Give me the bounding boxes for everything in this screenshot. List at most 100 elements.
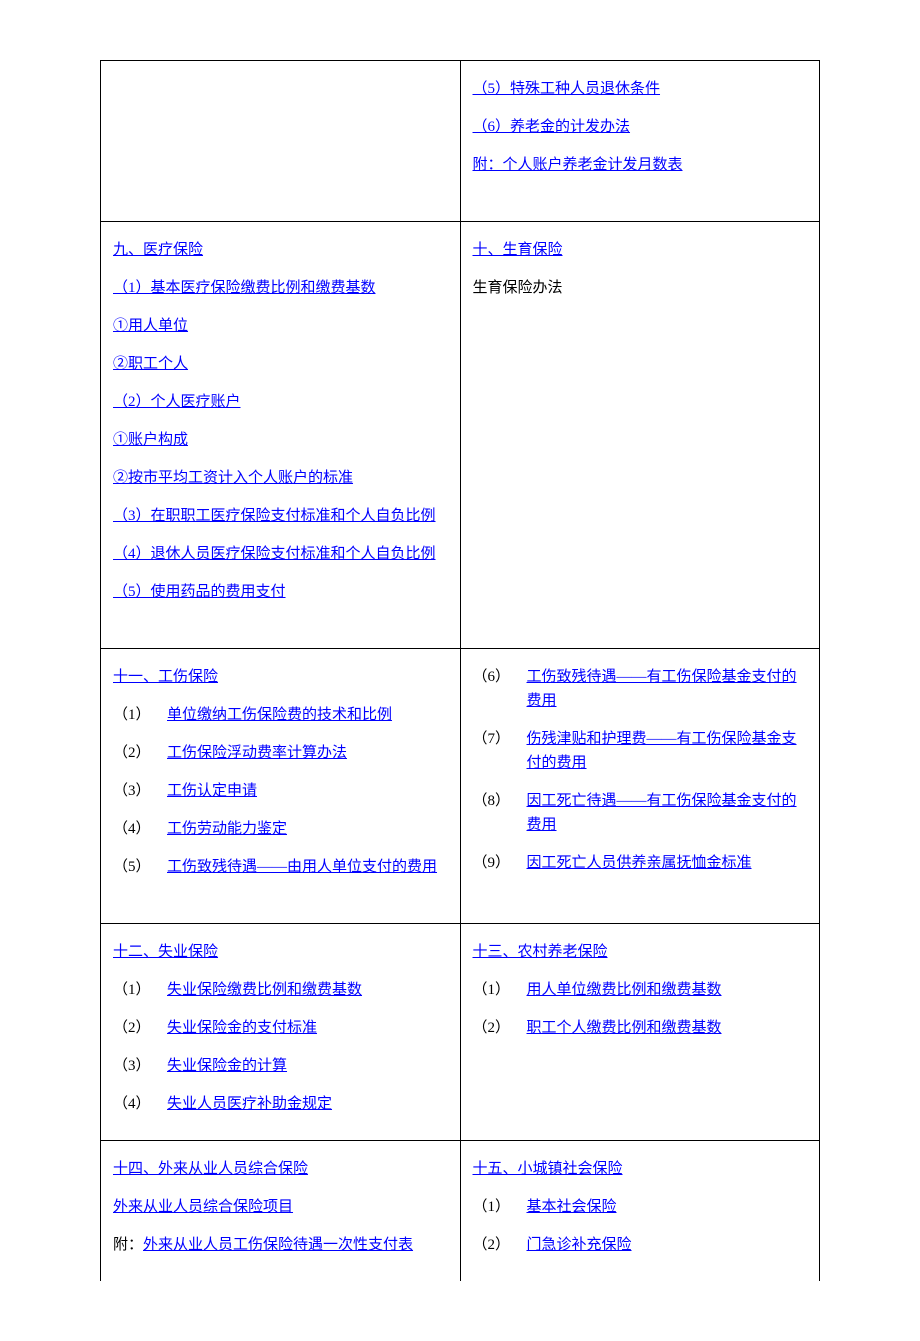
toc-link[interactable]: （5）使用药品的费用支付 bbox=[113, 580, 286, 604]
toc-link[interactable]: 工伤劳动能力鉴定 bbox=[167, 817, 287, 841]
toc-item-number: （5） bbox=[113, 855, 167, 879]
toc-link[interactable]: 九、医疗保险 bbox=[113, 238, 203, 262]
cell-r1c2: （5）特殊工种人员退休条件 （6）养老金的计发办法附：个人账户养老金计发月数表 bbox=[460, 61, 820, 222]
toc-line: （4）工伤劳动能力鉴定 bbox=[113, 817, 448, 841]
toc-line: ①账户构成 bbox=[113, 428, 448, 452]
toc-line: （2）失业保险金的支付标准 bbox=[113, 1016, 448, 1040]
toc-line: ②职工个人 bbox=[113, 352, 448, 376]
toc-item-number: （1） bbox=[473, 1195, 527, 1219]
toc-link[interactable]: 伤残津贴和护理费——有工伤保险基金支付的费用 bbox=[527, 727, 808, 775]
toc-line: （3）在职职工医疗保险支付标准和个人自负比例 bbox=[113, 504, 448, 528]
toc-line: （9）因工死亡人员供养亲属抚恤金标准 bbox=[473, 851, 808, 875]
toc-line: 十一、工伤保险 bbox=[113, 665, 448, 689]
toc-link[interactable]: 工伤保险浮动费率计算办法 bbox=[167, 741, 347, 765]
toc-line: 九、医疗保险 bbox=[113, 238, 448, 262]
toc-line: ②按市平均工资计入个人账户的标准 bbox=[113, 466, 448, 490]
toc-link[interactable]: 用人单位缴费比例和缴费基数 bbox=[527, 978, 722, 1002]
toc-link[interactable]: 外来从业人员综合保险项目 bbox=[113, 1195, 293, 1219]
cell-r2c2: 十、生育保险生育保险办法 bbox=[460, 222, 820, 649]
toc-line: （8）因工死亡待遇——有工伤保险基金支付的费用 bbox=[473, 789, 808, 837]
toc-link[interactable]: 十一、工伤保险 bbox=[113, 665, 218, 689]
toc-item-number: （2） bbox=[473, 1233, 527, 1257]
toc-item-number: （1） bbox=[473, 978, 527, 1002]
toc-link[interactable]: 外来从业人员工伤保险待遇一次性支付表 bbox=[143, 1233, 413, 1257]
toc-line: （1）用人单位缴费比例和缴费基数 bbox=[473, 978, 808, 1002]
toc-line: 十、生育保险 bbox=[473, 238, 808, 262]
toc-item-number: （4） bbox=[113, 817, 167, 841]
toc-line: 附：外来从业人员工伤保险待遇一次性支付表 bbox=[113, 1233, 448, 1257]
toc-link[interactable]: ②职工个人 bbox=[113, 352, 188, 376]
toc-link[interactable]: （4）退休人员医疗保险支付标准和个人自负比例 bbox=[113, 542, 436, 566]
toc-link[interactable]: 因工死亡待遇——有工伤保险基金支付的费用 bbox=[527, 789, 808, 837]
toc-link[interactable]: （6）养老金的计发办法 bbox=[473, 115, 631, 139]
toc-line: 外来从业人员综合保险项目 bbox=[113, 1195, 448, 1219]
toc-link[interactable]: ①账户构成 bbox=[113, 428, 188, 452]
toc-item-number: （1） bbox=[113, 978, 167, 1002]
toc-line: （4）失业人员医疗补助金规定 bbox=[113, 1092, 448, 1116]
toc-link[interactable]: 工伤致残待遇——有工伤保险基金支付的费用 bbox=[527, 665, 808, 713]
toc-line: 十五、小城镇社会保险 bbox=[473, 1157, 808, 1181]
toc-line: 附：个人账户养老金计发月数表 bbox=[473, 153, 808, 177]
toc-line: 十三、农村养老保险 bbox=[473, 940, 808, 964]
cell-r1c1 bbox=[101, 61, 461, 222]
toc-line: （3）失业保险金的计算 bbox=[113, 1054, 448, 1078]
toc-link[interactable]: （2）个人医疗账户 bbox=[113, 390, 241, 414]
toc-link[interactable]: （1）基本医疗保险缴费比例和缴费基数 bbox=[113, 276, 376, 300]
toc-line: （2）职工个人缴费比例和缴费基数 bbox=[473, 1016, 808, 1040]
toc-item-number: （3） bbox=[113, 1054, 167, 1078]
toc-link[interactable]: 职工个人缴费比例和缴费基数 bbox=[527, 1016, 722, 1040]
toc-link[interactable]: 工伤致残待遇——由用人单位支付的费用 bbox=[167, 855, 437, 879]
toc-line: （3）工伤认定申请 bbox=[113, 779, 448, 803]
toc-line: （7）伤残津贴和护理费——有工伤保险基金支付的费用 bbox=[473, 727, 808, 775]
cell-r4c1: 十二、失业保险（1）失业保险缴费比例和缴费基数（2）失业保险金的支付标准（3）失… bbox=[101, 924, 461, 1141]
cell-r3c1: 十一、工伤保险 （1）单位缴纳工伤保险费的技术和比例 （2）工伤保险浮动费率计算办法… bbox=[101, 649, 461, 924]
toc-link[interactable]: 十、生育保险 bbox=[473, 238, 563, 262]
toc-line: （2）门急诊补充保险 bbox=[473, 1233, 808, 1257]
toc-link[interactable]: 十五、小城镇社会保险 bbox=[473, 1157, 623, 1181]
toc-link[interactable]: 十三、农村养老保险 bbox=[473, 940, 608, 964]
toc-item-number: （6） bbox=[473, 665, 527, 689]
toc-link[interactable]: 失业保险金的支付标准 bbox=[167, 1016, 317, 1040]
toc-item-number: （3） bbox=[113, 779, 167, 803]
toc-item-number: （7） bbox=[473, 727, 527, 751]
toc-table: （5）特殊工种人员退休条件 （6）养老金的计发办法附：个人账户养老金计发月数表 九… bbox=[100, 60, 820, 1281]
toc-link[interactable]: 失业人员医疗补助金规定 bbox=[167, 1092, 332, 1116]
toc-line: （6）工伤致残待遇——有工伤保险基金支付的费用 bbox=[473, 665, 808, 713]
toc-link[interactable]: （3）在职职工医疗保险支付标准和个人自负比例 bbox=[113, 504, 436, 528]
toc-item-number: （9） bbox=[473, 851, 527, 875]
toc-link[interactable]: ②按市平均工资计入个人账户的标准 bbox=[113, 466, 353, 490]
toc-item-number: （1） bbox=[113, 703, 167, 727]
toc-line: 十四、外来从业人员综合保险 bbox=[113, 1157, 448, 1181]
toc-line: （1）单位缴纳工伤保险费的技术和比例 bbox=[113, 703, 448, 727]
toc-line: （1）基本医疗保险缴费比例和缴费基数 bbox=[113, 276, 448, 300]
toc-line: （5）使用药品的费用支付 bbox=[113, 580, 448, 604]
toc-link[interactable]: 十二、失业保险 bbox=[113, 940, 218, 964]
toc-line: （4）退休人员医疗保险支付标准和个人自负比例 bbox=[113, 542, 448, 566]
toc-line: （2）工伤保险浮动费率计算办法 bbox=[113, 741, 448, 765]
toc-link[interactable]: 附：个人账户养老金计发月数表 bbox=[473, 153, 683, 177]
toc-link[interactable]: 基本社会保险 bbox=[527, 1195, 617, 1219]
toc-link[interactable]: （5）特殊工种人员退休条件 bbox=[473, 77, 661, 101]
toc-link[interactable]: 十四、外来从业人员综合保险 bbox=[113, 1157, 308, 1181]
toc-link[interactable]: ①用人单位 bbox=[113, 314, 188, 338]
toc-link[interactable]: 工伤认定申请 bbox=[167, 779, 257, 803]
toc-line: 十二、失业保险 bbox=[113, 940, 448, 964]
toc-item-prefix: 附： bbox=[113, 1233, 143, 1257]
cell-r5c1: 十四、外来从业人员综合保险外来从业人员综合保险项目附：外来从业人员工伤保险待遇一… bbox=[101, 1141, 461, 1282]
toc-item-number: （4） bbox=[113, 1092, 167, 1116]
toc-line: （1）基本社会保险 bbox=[473, 1195, 808, 1219]
cell-r2c1: 九、医疗保险 （1）基本医疗保险缴费比例和缴费基数 ①用人单位 ②职工个人 （2）个人医… bbox=[101, 222, 461, 649]
toc-line: （6）养老金的计发办法 bbox=[473, 115, 808, 139]
toc-line: ①用人单位 bbox=[113, 314, 448, 338]
toc-link[interactable]: 单位缴纳工伤保险费的技术和比例 bbox=[167, 703, 392, 727]
cell-r4c2: 十三、农村养老保险 （1）用人单位缴费比例和缴费基数 （2）职工个人缴费比例和缴费基… bbox=[460, 924, 820, 1141]
toc-line: 生育保险办法 bbox=[473, 276, 808, 300]
toc-link[interactable]: 失业保险金的计算 bbox=[167, 1054, 287, 1078]
toc-link[interactable]: 失业保险缴费比例和缴费基数 bbox=[167, 978, 362, 1002]
toc-text: 生育保险办法 bbox=[473, 276, 563, 300]
toc-link[interactable]: 门急诊补充保险 bbox=[527, 1233, 632, 1257]
toc-line: （5）工伤致残待遇——由用人单位支付的费用 bbox=[113, 855, 448, 879]
toc-item-number: （2） bbox=[113, 1016, 167, 1040]
cell-r5c2: 十五、小城镇社会保险（1）基本社会保险（2）门急诊补充保险 bbox=[460, 1141, 820, 1282]
toc-link[interactable]: 因工死亡人员供养亲属抚恤金标准 bbox=[527, 851, 752, 875]
